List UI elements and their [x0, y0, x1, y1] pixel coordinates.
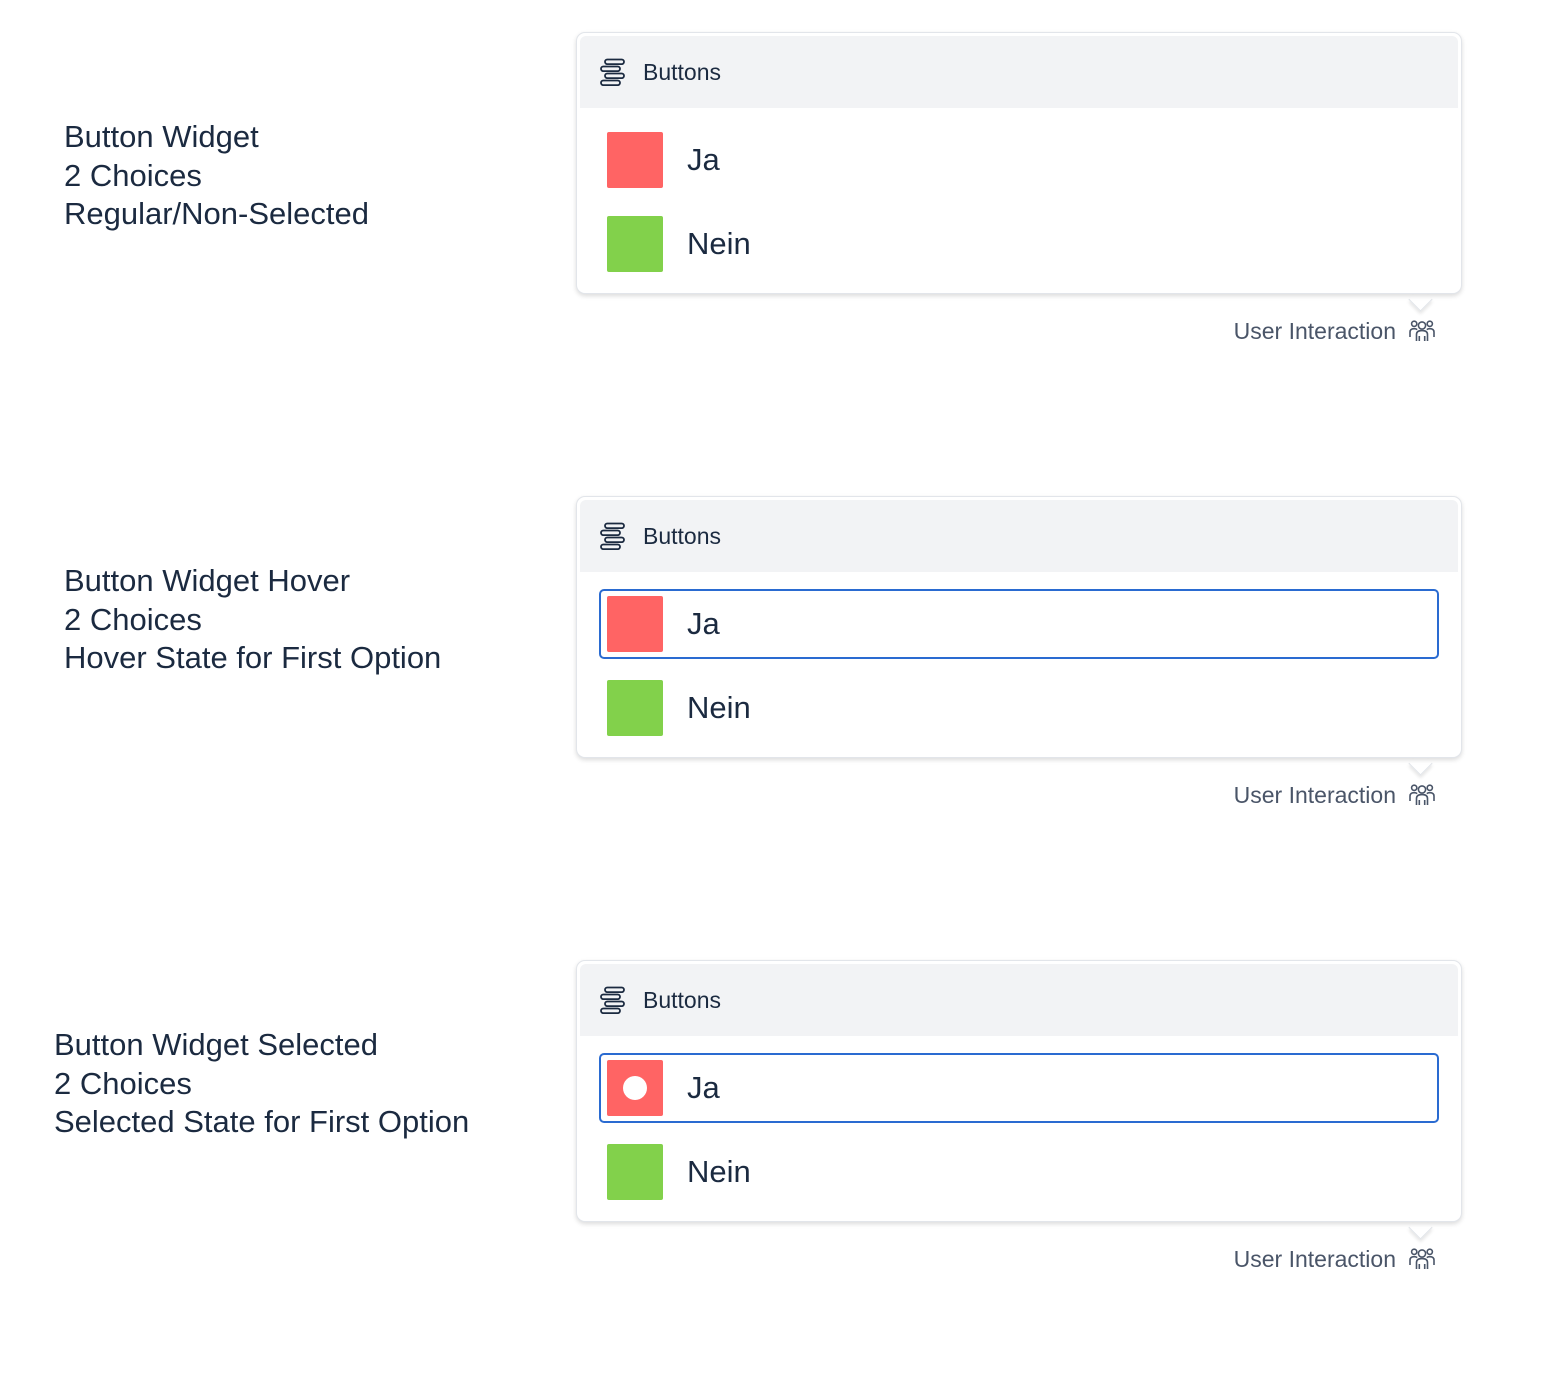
widget-section-hover: Button Widget Hover 2 Choices Hover Stat…: [0, 464, 1556, 928]
option-label: Nein: [687, 1154, 751, 1189]
footer-label: User Interaction: [1233, 1245, 1396, 1272]
selected-dot-icon: [623, 1076, 647, 1100]
button-widget-card: Buttons Ja Nein: [576, 496, 1462, 758]
option-color-swatch: [607, 596, 663, 652]
description-line: 2 Choices: [54, 1065, 192, 1101]
option-ja-button[interactable]: Ja: [599, 589, 1439, 659]
widget-title: Buttons: [643, 59, 721, 85]
description-line: Button Widget Selected: [54, 1027, 378, 1062]
widget-header: Buttons: [580, 500, 1458, 572]
widget-section-regular: Button Widget 2 Choices Regular/Non-Sele…: [0, 0, 1556, 464]
list-lines-icon: [600, 58, 625, 86]
widget-footer: User Interaction: [1234, 1244, 1436, 1274]
description-line: Selected State for First Option: [54, 1104, 470, 1139]
users-icon: [1409, 784, 1435, 805]
description-line: Button Widget: [64, 119, 259, 154]
footer-label: User Interaction: [1233, 317, 1396, 344]
option-label: Nein: [687, 226, 751, 261]
section-description: Button Widget Selected 2 Choices Selecte…: [54, 1026, 469, 1142]
list-lines-icon: [600, 986, 625, 1014]
description-line: Hover State for First Option: [64, 640, 442, 675]
option-nein-button[interactable]: Nein: [599, 673, 1439, 743]
option-color-swatch: [607, 216, 663, 272]
widget-footer: User Interaction: [1234, 780, 1436, 810]
option-nein-button[interactable]: Nein: [599, 209, 1439, 279]
description-line: 2 Choices: [64, 157, 202, 193]
option-label: Ja: [687, 1070, 720, 1105]
option-color-swatch: [607, 1144, 663, 1200]
widget-header: Buttons: [580, 36, 1458, 108]
option-ja-button[interactable]: Ja: [599, 1053, 1439, 1123]
footer-label: User Interaction: [1233, 781, 1396, 808]
option-color-swatch: [607, 1060, 663, 1116]
button-widget-card: Buttons Ja Nein: [576, 32, 1462, 294]
button-widget-card: Buttons Ja Nein: [576, 960, 1462, 1222]
users-icon: [1409, 320, 1435, 341]
widget-section-selected: Button Widget Selected 2 Choices Selecte…: [0, 928, 1556, 1392]
option-color-swatch: [607, 680, 663, 736]
description-line: 2 Choices: [64, 601, 202, 637]
option-nein-button[interactable]: Nein: [599, 1137, 1439, 1207]
option-label: Nein: [687, 690, 751, 725]
users-icon: [1409, 1248, 1435, 1269]
widget-footer: User Interaction: [1234, 316, 1436, 346]
option-color-swatch: [607, 132, 663, 188]
list-lines-icon: [600, 522, 625, 550]
widget-title: Buttons: [643, 987, 721, 1013]
section-description: Button Widget Hover 2 Choices Hover Stat…: [64, 562, 441, 678]
option-label: Ja: [687, 606, 720, 641]
widget-header: Buttons: [580, 964, 1458, 1036]
section-description: Button Widget 2 Choices Regular/Non-Sele…: [64, 118, 369, 234]
option-label: Ja: [687, 142, 720, 177]
option-ja-button[interactable]: Ja: [599, 125, 1439, 195]
description-line: Regular/Non-Selected: [64, 196, 370, 231]
widget-title: Buttons: [643, 523, 721, 549]
description-line: Button Widget Hover: [64, 563, 351, 598]
